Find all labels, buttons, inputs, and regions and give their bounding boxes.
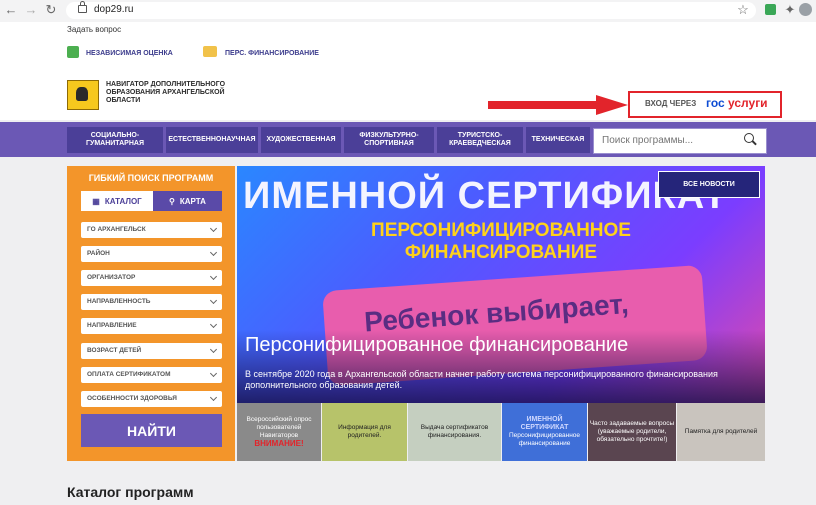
pers-financing-link[interactable]: ПЕРС. ФИНАНСИРОВАНИЕ <box>225 50 319 57</box>
chevron-down-icon <box>209 369 218 378</box>
chevron-down-icon <box>209 393 218 402</box>
select-city[interactable]: ГО АРХАНГЕЛЬСК <box>81 222 222 238</box>
extension-icon[interactable] <box>765 4 776 15</box>
address-bar[interactable] <box>66 2 756 19</box>
find-button[interactable]: НАЙТИ <box>81 414 222 447</box>
tile-certificates[interactable]: Выдача сертификатов финансирования. <box>408 403 501 461</box>
chart-icon <box>67 46 79 58</box>
uslugi-logo-part: услуги <box>728 96 768 110</box>
bookmarks-bar: Задать вопрос <box>0 22 816 38</box>
tab-catalog[interactable]: ▦ КАТАЛОГ <box>81 191 153 211</box>
lock-icon <box>78 1 87 13</box>
red-arrow-icon <box>488 95 628 115</box>
independent-assessment-link[interactable]: НЕЗАВИСИМАЯ ОЦЕНКА <box>86 50 173 57</box>
reload-icon[interactable]: ↻ <box>44 3 58 17</box>
tile-parents-info[interactable]: Информация для родителей. <box>322 403 407 461</box>
back-icon[interactable]: ← <box>4 3 18 17</box>
tile-faq[interactable]: Часто задаваемые вопросы (уважаемые роди… <box>588 403 676 461</box>
tab-map[interactable]: ⚲ КАРТА <box>153 191 222 211</box>
banner-title: ИМЕННОЙ СЕРТИФИКАТ <box>243 175 728 217</box>
chevron-down-icon <box>209 345 218 354</box>
search-icon[interactable] <box>744 133 754 143</box>
category-technical[interactable]: ТЕХНИЧЕСКАЯ <box>526 127 590 153</box>
tile-parents-memo[interactable]: Памятка для родителей <box>677 403 765 461</box>
gos-logo-part: гос <box>706 96 725 110</box>
forward-icon[interactable]: → <box>24 3 38 17</box>
select-health[interactable]: ОСОБЕННОСТИ ЗДОРОВЬЯ <box>81 391 222 407</box>
program-search <box>593 128 767 154</box>
chevron-down-icon <box>209 272 218 281</box>
catalog-title: Каталог программ <box>67 484 194 500</box>
banner-subtitle: ПЕРСОНИФИЦИРОВАННОЕ ФИНАНСИРОВАНИЕ <box>371 220 631 263</box>
search-input[interactable] <box>600 134 744 147</box>
chevron-down-icon <box>209 248 218 257</box>
tile-pers-financing[interactable]: ИМЕННОЙ СЕРТИФИКАТ Персонифицированное фи… <box>502 403 587 461</box>
banner-news-title[interactable]: Персонифицированное финансирование <box>245 334 628 357</box>
url-text: dop29.ru <box>94 4 134 15</box>
star-icon[interactable]: ☆ <box>736 3 750 17</box>
map-pin-icon: ⚲ <box>169 196 175 206</box>
category-social-humanitarian[interactable]: СОЦИАЛЬНО- ГУМАНИТАРНАЯ <box>67 127 163 153</box>
region-logo[interactable] <box>67 80 99 110</box>
puzzle-icon[interactable]: ✦ <box>783 3 797 17</box>
select-direction[interactable]: НАПРАВЛЕНИЕ <box>81 318 222 334</box>
all-news-button[interactable]: ВСЕ НОВОСТИ <box>658 171 760 198</box>
select-organizer[interactable]: ОРГАНИЗАТОР <box>81 270 222 286</box>
chevron-down-icon <box>209 320 218 329</box>
grid-icon: ▦ <box>92 196 100 206</box>
select-district[interactable]: РАЙОН <box>81 246 222 262</box>
finance-icon <box>203 46 217 57</box>
category-tourism[interactable]: ТУРИСТСКО- КРАЕВЕДЧЕСКАЯ <box>437 127 523 153</box>
login-prefix: ВХОД ЧЕРЕЗ <box>645 99 697 108</box>
site-brand[interactable]: НАВИГАТОР ДОПОЛНИТЕЛЬНОГО ОБРАЗОВАНИЯ АР… <box>106 81 246 105</box>
panel-title: ГИБКИЙ ПОИСК ПРОГРАММ <box>88 173 214 183</box>
category-art[interactable]: ХУДОЖЕСТВЕННАЯ <box>261 127 341 153</box>
chevron-down-icon <box>209 224 218 233</box>
banner-news-text: В сентябре 2020 года в Архангельской обл… <box>245 369 718 390</box>
category-sport[interactable]: ФИЗКУЛЬТУРНО- СПОРТИВНАЯ <box>344 127 434 153</box>
select-focus[interactable]: НАПРАВЛЕННОСТЬ <box>81 294 222 310</box>
category-natural-science[interactable]: ЕСТЕСТВЕННОНАУЧНАЯ <box>166 127 258 153</box>
chevron-down-icon <box>209 296 218 305</box>
profile-avatar[interactable] <box>799 3 812 16</box>
bookmark-ask-question[interactable]: Задать вопрос <box>67 25 121 34</box>
select-certificate-payment[interactable]: ОПЛАТА СЕРТИФИКАТОМ <box>81 367 222 383</box>
select-age[interactable]: ВОЗРАСТ ДЕТЕЙ <box>81 343 222 359</box>
tile-survey[interactable]: Всероссийский опрос пользователей Навига… <box>237 403 321 461</box>
